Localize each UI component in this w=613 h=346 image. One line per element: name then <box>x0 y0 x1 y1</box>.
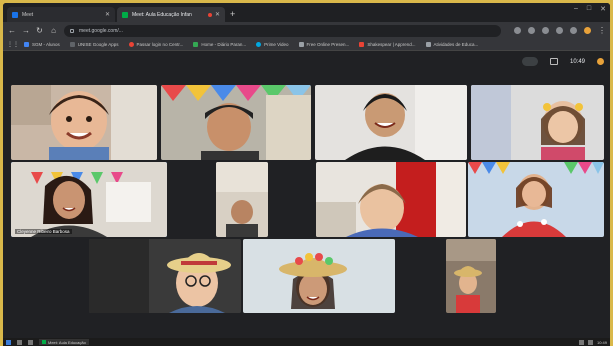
participant-tile-4[interactable] <box>471 85 604 160</box>
reload-icon[interactable]: ↻ <box>36 26 43 35</box>
participant-name: Cleyenne Ribeiro Barbosa <box>15 229 72 234</box>
tab-strip: Meet ✕ Meet: Aula Educação Infan ✕ + – □… <box>3 3 610 22</box>
meet-top-bar: 10:49 <box>521 57 604 66</box>
bookmark-item[interactable]: Prime Video <box>256 42 289 47</box>
bookmark-item[interactable]: Home - Diário Paran... <box>193 42 246 47</box>
browser-window: Meet ✕ Meet: Aula Educação Infan ✕ + – □… <box>3 3 610 346</box>
participants-icon[interactable] <box>521 57 538 66</box>
maximize-icon[interactable]: □ <box>587 5 591 13</box>
browser-toolbar: ← → ↻ ⌂ meet.google.com/... ⋮ <box>3 22 610 39</box>
meet-clock: 10:49 <box>569 58 585 65</box>
participant-tile-11[interactable] <box>446 239 496 313</box>
bookmark-icon <box>128 42 134 47</box>
participant-video <box>161 85 311 160</box>
participant-tile-2[interactable] <box>161 85 311 160</box>
bookmark-icon <box>359 42 365 47</box>
bookmark-icon <box>193 42 199 47</box>
tab-meet[interactable]: Meet ✕ <box>7 7 115 22</box>
participant-tile-8[interactable] <box>468 162 604 237</box>
menu-icon[interactable]: ⋮ <box>598 26 606 35</box>
bookmark-item[interactable]: Shakespear | Apprend... <box>359 42 416 47</box>
search-icon[interactable] <box>528 27 535 34</box>
new-tab-icon[interactable]: + <box>230 7 235 22</box>
start-icon[interactable] <box>6 339 11 345</box>
back-icon[interactable]: ← <box>8 26 16 35</box>
bookmark-icon <box>256 42 262 47</box>
participant-tile-10[interactable] <box>243 239 395 313</box>
network-icon[interactable] <box>578 339 584 345</box>
forward-icon[interactable]: → <box>22 26 30 35</box>
participant-tile-3[interactable] <box>315 85 467 160</box>
bookmark-icon <box>425 42 431 47</box>
meet-call-area: 10:49 Cleyenne Ribeiro Barbosa <box>3 51 610 338</box>
os-taskbar: Meet: Aula Educação 10:49 <box>3 338 610 346</box>
bookmark-item[interactable]: UNISE Google Apps <box>69 42 119 47</box>
participant-video <box>316 162 466 237</box>
tab-meet-aula[interactable]: Meet: Aula Educação Infan ✕ <box>117 7 225 22</box>
participant-video <box>11 162 167 237</box>
bookmark-icon <box>298 42 304 47</box>
star-icon[interactable] <box>542 27 549 34</box>
participant-tile-5[interactable]: Cleyenne Ribeiro Barbosa <box>11 162 167 237</box>
minimize-icon[interactable]: – <box>574 5 578 13</box>
bookmark-item[interactable]: Atividades de Educa... <box>425 42 478 47</box>
participant-video <box>471 85 604 160</box>
taskbar-app-meet[interactable]: Meet: Aula Educação <box>39 339 89 345</box>
participant-tile-7[interactable] <box>316 162 466 237</box>
participant-video <box>11 85 157 160</box>
close-tab-icon[interactable]: ✕ <box>105 11 110 18</box>
close-window-icon[interactable]: ✕ <box>600 5 606 13</box>
bookmark-item[interactable]: Passar login no Centr... <box>128 42 183 47</box>
participant-video <box>446 239 496 313</box>
meet-favicon-icon <box>12 11 18 18</box>
participant-video <box>216 162 268 237</box>
lock-icon <box>70 28 74 33</box>
volume-icon[interactable] <box>587 339 593 345</box>
profile-avatar-icon[interactable] <box>584 27 591 34</box>
tab-label: Meet <box>22 11 34 18</box>
tab-label: Meet: Aula Educação Infan <box>132 11 192 18</box>
participant-video <box>89 239 241 313</box>
apps-icon[interactable]: ⋮⋮ <box>7 41 19 48</box>
window-controls: – □ ✕ <box>574 5 606 13</box>
participant-video <box>315 85 467 160</box>
search-icon[interactable] <box>17 339 22 345</box>
close-tab-icon[interactable]: ✕ <box>215 11 220 18</box>
taskbar-clock: 10:49 <box>596 339 607 345</box>
bookmark-icon <box>24 42 29 47</box>
chat-icon[interactable] <box>549 58 558 65</box>
participant-video <box>468 162 604 237</box>
chrome-icon <box>42 340 46 344</box>
system-tray: 10:49 <box>578 339 607 345</box>
cast-icon[interactable] <box>570 27 577 34</box>
address-bar[interactable]: meet.google.com/... <box>64 24 501 37</box>
home-icon[interactable]: ⌂ <box>50 26 57 35</box>
participant-tile-6[interactable] <box>216 162 268 237</box>
bookmark-item[interactable]: Free Online Presen... <box>298 42 349 47</box>
bookmark-item[interactable]: SGM - Alunos <box>24 42 60 47</box>
participant-tile-9[interactable] <box>89 239 241 313</box>
address-url: meet.google.com/... <box>79 27 123 34</box>
bookmarks-bar: ⋮⋮ SGM - Alunos UNISE Google Apps Passar… <box>3 39 610 51</box>
user-avatar-icon[interactable] <box>597 58 604 65</box>
meet-favicon-icon <box>122 11 128 18</box>
task-view-icon[interactable] <box>28 339 33 345</box>
bookmark-icon <box>69 42 75 47</box>
extension-icon[interactable] <box>556 27 563 34</box>
recording-dot-icon <box>207 12 212 17</box>
participant-video <box>243 239 395 313</box>
participant-tile-1[interactable] <box>11 85 157 160</box>
camera-icon[interactable] <box>514 27 521 34</box>
